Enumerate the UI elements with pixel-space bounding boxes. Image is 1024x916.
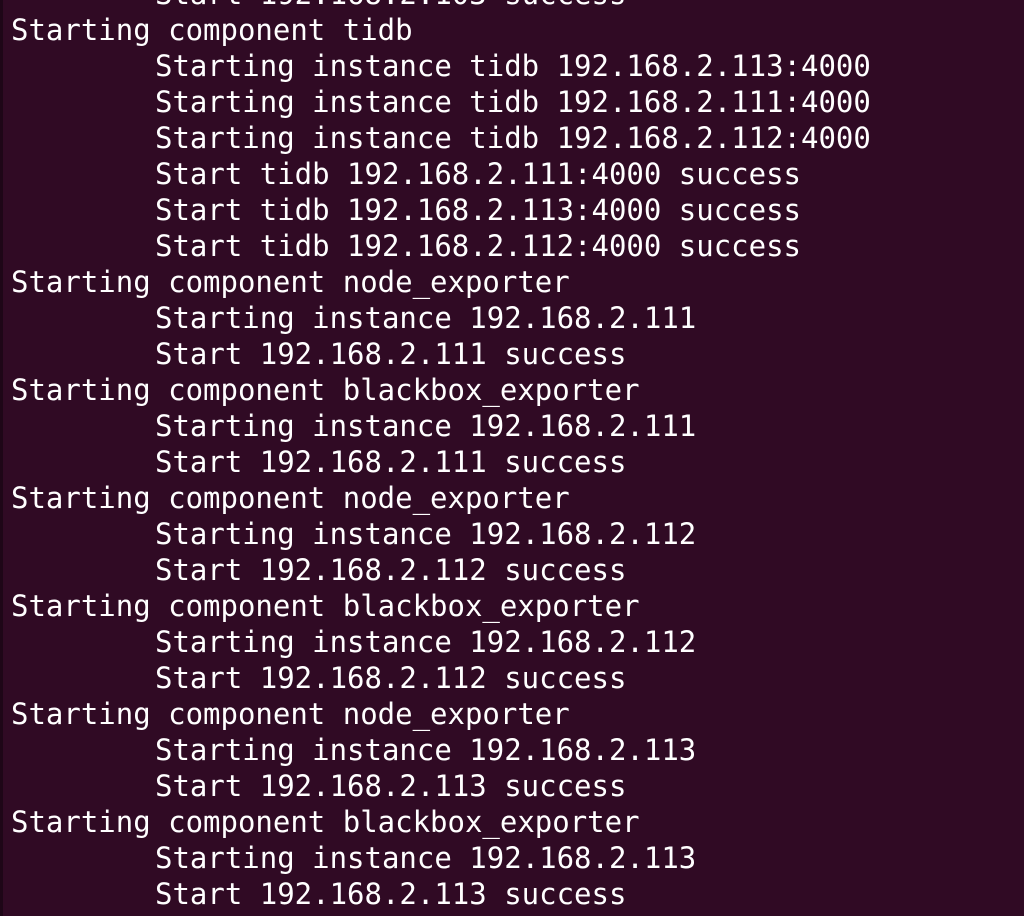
terminal-window[interactable]: Start 192.168.2.103 successStarting comp… [0,0,1024,916]
terminal-line: Starting instance 192.168.2.111 [155,301,697,335]
terminal-line: Starting instance 192.168.2.112 [155,625,697,659]
terminal-line: Starting instance 192.168.2.111 [155,409,697,443]
terminal-line: Start tidb 192.168.2.113:4000 success [155,193,802,227]
terminal-line: Starting component blackbox_exporter [11,805,640,839]
terminal-line: Start tidb 192.168.2.111:4000 success [155,157,802,191]
terminal-line: Starting instance 192.168.2.112 [155,517,697,551]
terminal-line: Start tidb 192.168.2.112:4000 success [155,229,802,263]
terminal-line: Start 192.168.2.103 success [11,0,871,12]
terminal-line: Start 192.168.2.112 success [155,661,627,695]
terminal-line: Starting component blackbox_exporter [11,589,640,623]
terminal-line: Starting component tidb [11,13,413,47]
terminal-line: Start 192.168.2.113 success [155,877,627,911]
terminal-line: Starting instance 192.168.2.113 [155,841,697,875]
terminal-line: Start 192.168.2.111 success [155,445,627,479]
terminal-output[interactable]: Start 192.168.2.103 successStarting comp… [11,0,871,912]
terminal-line: Starting instance tidb 192.168.2.112:400… [155,121,871,155]
terminal-line: Starting instance tidb 192.168.2.111:400… [155,85,871,119]
terminal-line: Start 192.168.2.113 success [155,769,627,803]
terminal-line: Starting component node_exporter [11,481,570,515]
terminal-line: Starting component node_exporter [11,697,570,731]
terminal-line: Starting instance 192.168.2.113 [155,733,697,767]
terminal-line: Starting instance tidb 192.168.2.113:400… [155,49,871,83]
terminal-line: Starting component node_exporter [11,265,570,299]
terminal-line: Starting component blackbox_exporter [11,373,640,407]
terminal-line: Start 192.168.2.112 success [155,553,627,587]
window-border [0,0,3,916]
terminal-line: Start 192.168.2.111 success [155,337,627,371]
